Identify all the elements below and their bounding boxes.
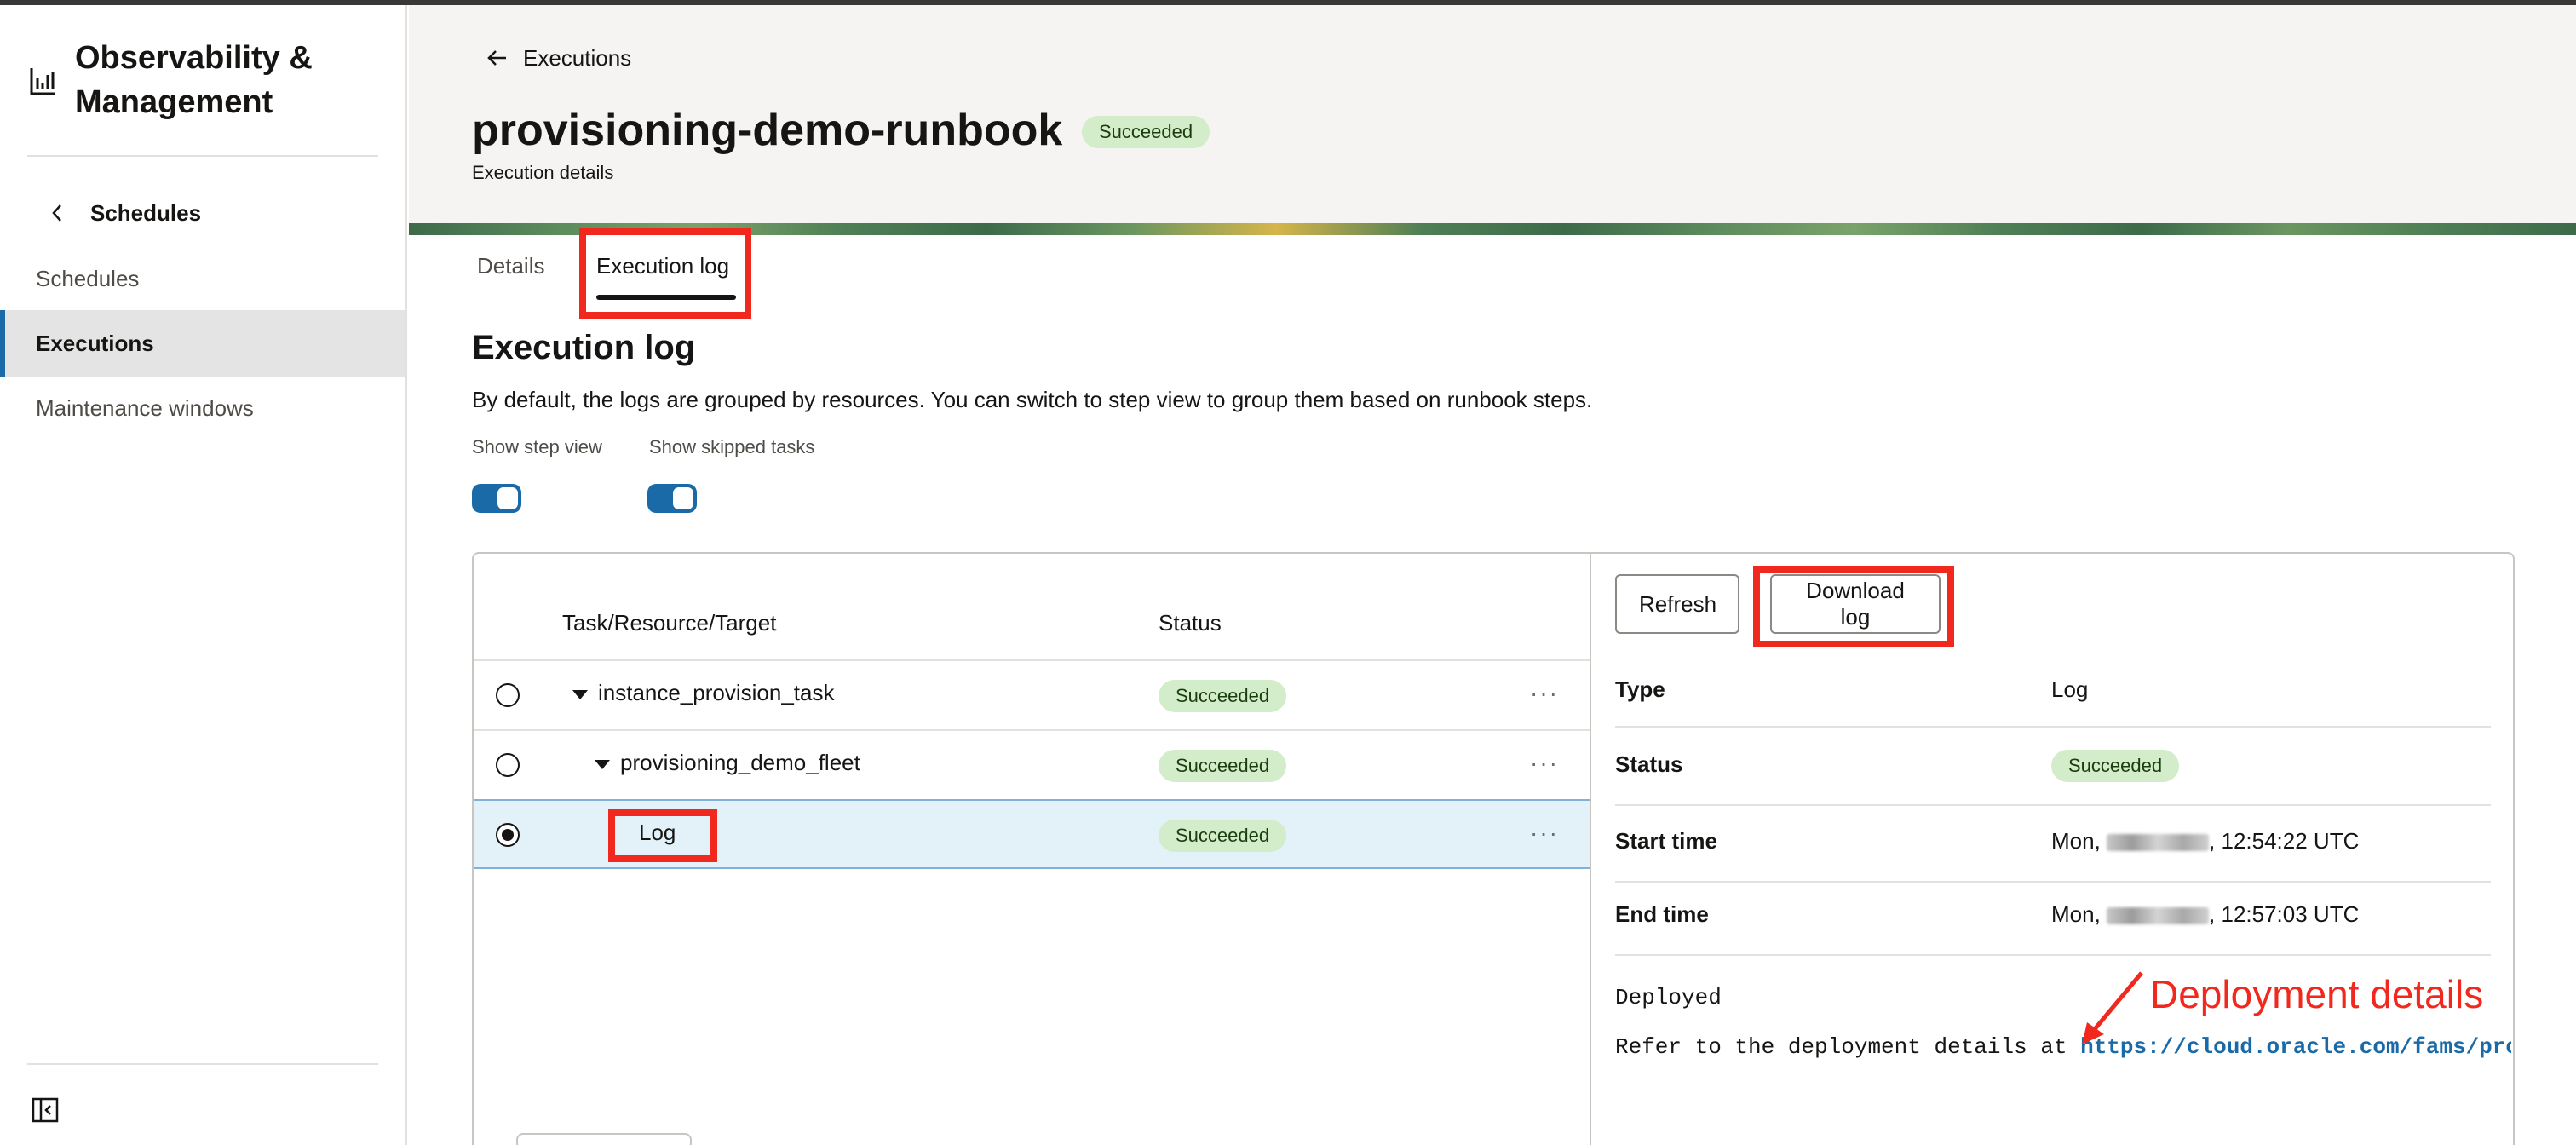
caret-down-icon[interactable] bbox=[595, 760, 610, 769]
row-name: instance_provision_task bbox=[598, 680, 835, 705]
collapse-sidebar-icon[interactable] bbox=[31, 1096, 60, 1125]
sidebar-item-schedules[interactable]: Schedules bbox=[0, 245, 405, 312]
column-header-task[interactable]: Task/Resource/Target bbox=[562, 610, 776, 636]
end-time-day: Mon, bbox=[2051, 901, 2101, 927]
status-badge: Succeeded bbox=[1082, 116, 1210, 148]
breadcrumb[interactable]: Executions bbox=[484, 41, 631, 75]
redacted-date bbox=[2107, 834, 2210, 852]
detail-value-start-time: Mon, , 12:54:22 UTC bbox=[2051, 828, 2359, 854]
page-subtitle: Execution details bbox=[472, 162, 614, 183]
app-title: Observability & Management bbox=[75, 40, 313, 120]
column-header-status[interactable]: Status bbox=[1159, 610, 1222, 636]
more-actions-icon[interactable]: ··· bbox=[1530, 750, 1559, 777]
detail-key-end-time: End time bbox=[1615, 901, 1709, 927]
page-title: provisioning-demo-runbook bbox=[472, 106, 1063, 155]
sidebar-item-maintenance-windows[interactable]: Maintenance windows bbox=[0, 375, 405, 441]
status-badge: Succeeded bbox=[1159, 820, 1287, 852]
highlight-box-download bbox=[1753, 566, 1954, 647]
more-actions-icon[interactable]: ··· bbox=[1530, 820, 1559, 847]
chevron-left-icon bbox=[52, 204, 61, 222]
observability-chart-icon bbox=[30, 68, 55, 95]
table-row[interactable]: provisioning_demo_fleet Succeeded ··· bbox=[474, 729, 1590, 799]
log-line-reference: Refer to the deployment details at https… bbox=[1615, 1034, 2511, 1068]
sidebar-back-label: Schedules bbox=[90, 199, 202, 226]
highlight-box-log bbox=[608, 809, 717, 862]
step-view-toggle[interactable] bbox=[472, 484, 521, 513]
sidebar-divider bbox=[27, 155, 378, 157]
status-badge: Succeeded bbox=[1159, 750, 1287, 782]
skipped-tasks-toggle[interactable] bbox=[647, 484, 697, 513]
start-time-clock: , 12:54:22 UTC bbox=[2209, 828, 2360, 854]
start-time-day: Mon, bbox=[2051, 828, 2101, 854]
sidebar-item-executions[interactable]: Executions bbox=[0, 310, 405, 377]
caret-down-icon[interactable] bbox=[572, 690, 588, 699]
bottom-button-partial[interactable] bbox=[516, 1133, 692, 1145]
more-actions-icon[interactable]: ··· bbox=[1530, 680, 1559, 707]
table-row[interactable]: instance_provision_task Succeeded ··· bbox=[474, 659, 1590, 729]
log-line-deployed: Deployed bbox=[1615, 985, 1722, 1010]
detail-key-status: Status bbox=[1615, 751, 1683, 777]
detail-key-start-time: Start time bbox=[1615, 828, 1717, 854]
row-radio[interactable] bbox=[496, 753, 520, 777]
detail-key-type: Type bbox=[1615, 676, 1665, 702]
end-time-clock: , 12:57:03 UTC bbox=[2209, 901, 2360, 927]
breadcrumb-label: Executions bbox=[523, 44, 632, 71]
status-badge: Succeeded bbox=[2051, 750, 2180, 782]
row-name: provisioning_demo_fleet bbox=[620, 750, 860, 775]
panel-divider bbox=[1590, 554, 1591, 1145]
arrow-left-icon bbox=[487, 50, 506, 66]
row-radio-selected[interactable] bbox=[496, 823, 520, 847]
detail-value-end-time: Mon, , 12:57:03 UTC bbox=[2051, 901, 2359, 928]
highlight-box-tab bbox=[579, 228, 751, 319]
section-title: Execution log bbox=[472, 329, 696, 366]
detail-value-type: Log bbox=[2051, 676, 2089, 702]
sidebar-bottom-divider bbox=[27, 1063, 378, 1065]
section-description: By default, the logs are grouped by reso… bbox=[472, 387, 1593, 412]
sidebar: Observability & Management Schedules Sch… bbox=[0, 5, 407, 1145]
log-reference-text: Refer to the deployment details at bbox=[1615, 1034, 2081, 1060]
refresh-button[interactable]: Refresh bbox=[1615, 574, 1739, 634]
tab-details[interactable]: Details bbox=[477, 250, 544, 293]
row-radio[interactable] bbox=[496, 683, 520, 707]
annotation-label: Deployment details bbox=[2150, 972, 2484, 1016]
status-badge: Succeeded bbox=[1159, 680, 1287, 712]
sidebar-back-link[interactable]: Schedules bbox=[44, 194, 201, 232]
toggle-label-skipped-tasks: Show skipped tasks bbox=[649, 436, 815, 457]
redacted-date bbox=[2107, 907, 2210, 925]
toggle-label-step-view: Show step view bbox=[472, 436, 602, 457]
